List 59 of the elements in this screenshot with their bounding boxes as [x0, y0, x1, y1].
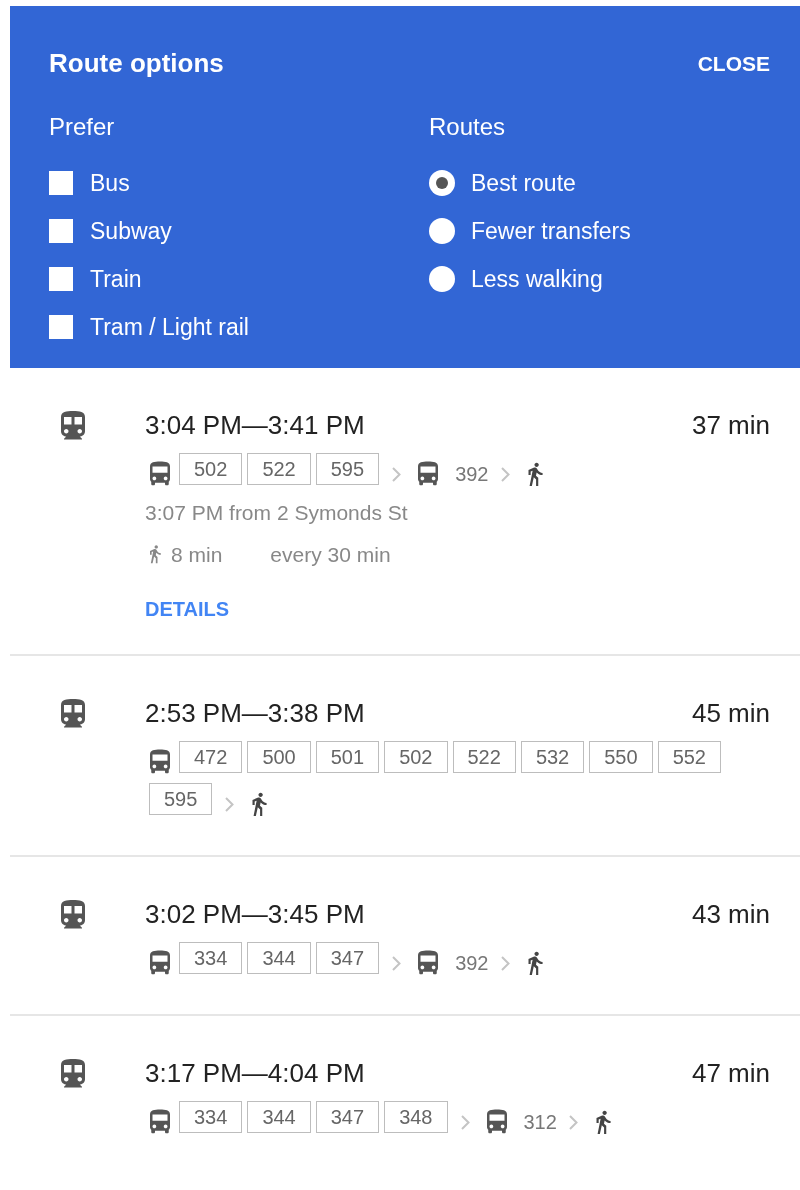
walk-time: 8 min — [171, 541, 223, 568]
time-range: 3:02 PM—3:45 PM — [145, 898, 365, 931]
route-number-tag: 522 — [247, 453, 311, 485]
route-number-tag: 344 — [247, 942, 311, 974]
route-number-tag: 347 — [315, 942, 380, 974]
route-number-tag: 595 — [149, 783, 213, 815]
time-range: 3:17 PM—4:04 PM — [145, 1057, 365, 1090]
option-label: Bus — [90, 168, 130, 198]
section-heading: Routes — [429, 112, 507, 142]
chevron-icon — [225, 796, 235, 812]
route-number-tag: 344 — [247, 1101, 311, 1133]
radio-button[interactable] — [429, 218, 455, 244]
route-number-tag: 334 — [179, 942, 243, 974]
chevron-icon — [500, 955, 510, 971]
route-number-tag: 334 — [179, 1101, 243, 1133]
trip-duration: 45 min — [691, 697, 770, 730]
checkbox[interactable] — [49, 315, 73, 339]
route-number-tag: 500 — [247, 741, 311, 773]
radio-button[interactable] — [429, 170, 455, 196]
route-number-tag: 472 — [179, 741, 243, 773]
trip-duration: 37 min — [691, 409, 770, 442]
option-label: Tram / Light rail — [90, 312, 249, 342]
route-number-tag: 522 — [452, 741, 516, 773]
radio-button[interactable] — [429, 266, 455, 292]
details-link[interactable]: DETAILS — [145, 594, 230, 624]
chevron-icon — [460, 1114, 470, 1130]
panel-title: Route options — [49, 47, 224, 80]
checkbox[interactable] — [49, 219, 73, 243]
time-range: 2:53 PM—3:38 PM — [145, 697, 365, 730]
chevron-icon — [568, 1114, 578, 1130]
route-number-tag: 502 — [179, 453, 243, 485]
checkbox[interactable] — [49, 171, 73, 195]
chevron-icon — [500, 466, 510, 482]
chevron-icon — [392, 466, 402, 482]
route-number-tag: 502 — [384, 741, 448, 773]
close-button[interactable]: CLOSE — [697, 47, 770, 80]
option-label: Fewer transfers — [471, 216, 631, 246]
route-number-tag: 532 — [520, 741, 585, 773]
frequency: every 30 min — [270, 541, 391, 568]
route-number-tag: 348 — [384, 1101, 448, 1133]
route-number-tag: 347 — [315, 1101, 380, 1133]
time-range: 3:04 PM—3:41 PM — [145, 409, 365, 442]
trip-duration: 43 min — [691, 898, 770, 931]
chevron-icon — [392, 955, 402, 971]
option-label: Subway — [90, 216, 172, 246]
option-label: Less walking — [471, 264, 603, 294]
route-number: 392 — [455, 462, 489, 487]
trip-duration: 47 min — [691, 1057, 770, 1090]
section-heading: Prefer — [49, 112, 116, 142]
route-number: 312 — [523, 1110, 557, 1135]
route-number-tag: 550 — [589, 741, 653, 773]
route-number-tag: 595 — [315, 453, 380, 485]
option-label: Best route — [471, 168, 576, 198]
checkbox[interactable] — [49, 267, 73, 291]
route-number: 392 — [455, 951, 489, 976]
option-label: Train — [90, 264, 142, 294]
route-number-tag: 501 — [315, 741, 380, 773]
departure-info: 3:07 PM from 2 Symonds St — [145, 500, 409, 526]
route-number-tag: 552 — [657, 741, 721, 773]
